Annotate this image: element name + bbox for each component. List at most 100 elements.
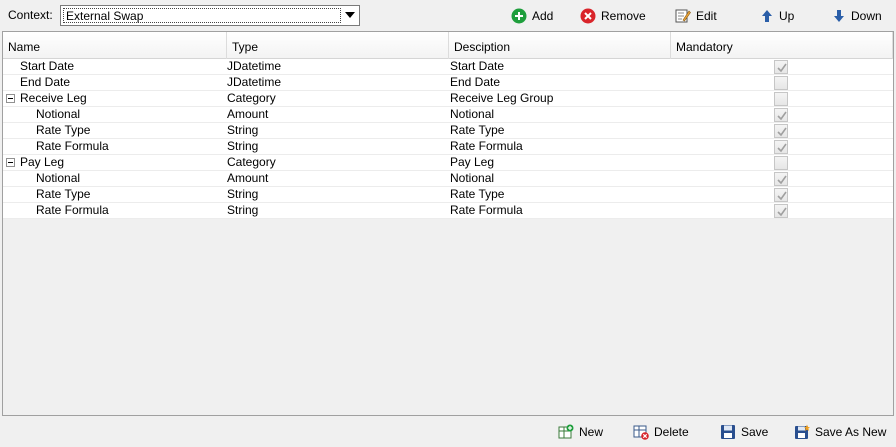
cell-type: Category: [227, 155, 276, 169]
cell-name: Start Date: [20, 59, 75, 73]
edit-button[interactable]: Edit: [675, 6, 717, 26]
cell-description: Rate Formula: [450, 139, 523, 153]
mandatory-checkbox[interactable]: [774, 92, 788, 106]
down-button[interactable]: Down: [832, 6, 882, 26]
table-row-group[interactable]: Pay Leg Category Pay Leg: [3, 155, 893, 171]
delete-item-icon: [633, 425, 649, 440]
cell-type: String: [227, 187, 259, 201]
check-icon: [777, 175, 787, 185]
top-toolbar: Context: External Swap Add Remove Edit U…: [0, 0, 896, 30]
save-button-label: Save: [741, 425, 769, 439]
table-row[interactable]: Rate Formula String Rate Formula: [3, 203, 893, 219]
chevron-down-icon[interactable]: [345, 12, 355, 18]
cell-mandatory: [673, 203, 893, 219]
cell-mandatory: [673, 187, 893, 203]
cell-type: JDatetime: [227, 75, 282, 89]
mandatory-checkbox[interactable]: [774, 60, 788, 74]
cell-name: Rate Type: [36, 123, 91, 137]
mandatory-checkbox[interactable]: [774, 124, 788, 138]
delete-button[interactable]: Delete: [633, 423, 689, 441]
cell-description: Notional: [450, 107, 495, 121]
cell-description: End Date: [450, 75, 501, 89]
add-button-label: Add: [532, 9, 554, 23]
cell-description: Rate Formula: [450, 203, 523, 217]
check-icon: [777, 127, 787, 137]
save-button[interactable]: Save: [720, 423, 768, 441]
floppy-disk-icon: [721, 425, 735, 439]
context-select[interactable]: External Swap: [60, 5, 360, 26]
check-icon: [777, 63, 787, 73]
grid-header: Name Type Desciption Mandatory: [3, 32, 893, 59]
cell-type: String: [227, 123, 259, 137]
save-as-new-button-label: Save As New: [815, 425, 887, 439]
cell-description: Receive Leg Group: [450, 91, 554, 105]
cell-name: Receive Leg: [20, 91, 87, 105]
table-row[interactable]: End Date JDatetime End Date: [3, 75, 893, 91]
check-icon: [777, 111, 787, 121]
column-header-mandatory[interactable]: Mandatory: [671, 32, 893, 59]
cell-mandatory: [673, 123, 893, 139]
arrow-up-icon: [762, 10, 772, 22]
cell-type: Category: [227, 91, 276, 105]
cell-name: Notional: [36, 107, 81, 121]
table-row[interactable]: Rate Type String Rate Type: [3, 123, 893, 139]
arrow-down-icon: [834, 10, 844, 22]
table-row-group[interactable]: Receive Leg Category Receive Leg Group: [3, 91, 893, 107]
cell-type: String: [227, 139, 259, 153]
table-row[interactable]: Notional Amount Notional: [3, 171, 893, 187]
check-icon: [777, 143, 787, 153]
column-header-name[interactable]: Name: [3, 32, 227, 59]
mandatory-checkbox[interactable]: [774, 188, 788, 202]
up-button[interactable]: Up: [760, 6, 794, 26]
cell-mandatory: [673, 171, 893, 187]
cell-name: Rate Type: [36, 187, 91, 201]
table-row[interactable]: Rate Type String Rate Type: [3, 187, 893, 203]
cell-mandatory: [673, 139, 893, 155]
column-header-description[interactable]: Desciption: [449, 32, 671, 59]
plus-circle-icon: [511, 8, 527, 24]
new-item-icon: [558, 424, 574, 439]
mandatory-checkbox[interactable]: [774, 204, 788, 218]
cell-type: Amount: [227, 171, 269, 185]
check-icon: [777, 191, 787, 201]
cell-name: Rate Formula: [36, 203, 109, 217]
table-row[interactable]: Start Date JDatetime Start Date: [3, 59, 893, 75]
mandatory-checkbox[interactable]: [774, 76, 788, 90]
delete-button-label: Delete: [654, 425, 689, 439]
cell-mandatory: [673, 91, 893, 107]
cell-name: End Date: [20, 75, 71, 89]
remove-button-label: Remove: [601, 9, 646, 23]
cell-mandatory: [673, 75, 893, 91]
cell-mandatory: [673, 155, 893, 171]
context-select-value: External Swap: [63, 8, 341, 23]
cell-type: String: [227, 203, 259, 217]
table-row[interactable]: Notional Amount Notional: [3, 107, 893, 123]
new-button-label: New: [579, 425, 604, 439]
column-header-type[interactable]: Type: [227, 32, 449, 59]
cell-description: Start Date: [450, 59, 505, 73]
save-as-new-icon: [795, 424, 810, 439]
properties-grid: Name Type Desciption Mandatory Start Dat…: [2, 31, 894, 416]
mandatory-checkbox[interactable]: [774, 140, 788, 154]
cell-name: Notional: [36, 171, 81, 185]
cell-description: Notional: [450, 171, 495, 185]
add-button[interactable]: Add: [511, 6, 553, 26]
remove-circle-icon: [580, 8, 596, 24]
cell-description: Pay Leg: [450, 155, 495, 169]
edit-pencil-icon: [675, 9, 691, 23]
mandatory-checkbox[interactable]: [774, 156, 788, 170]
table-row[interactable]: Rate Formula String Rate Formula: [3, 139, 893, 155]
cell-description: Rate Type: [450, 187, 505, 201]
edit-button-label: Edit: [696, 9, 717, 23]
up-button-label: Up: [779, 9, 795, 23]
save-as-new-button[interactable]: Save As New: [794, 423, 886, 441]
cell-mandatory: [673, 107, 893, 123]
cell-description: Rate Type: [450, 123, 505, 137]
cell-type: Amount: [227, 107, 269, 121]
new-button[interactable]: New: [558, 423, 603, 441]
mandatory-checkbox[interactable]: [774, 172, 788, 186]
remove-button[interactable]: Remove: [580, 6, 646, 26]
grid-rows: Start Date JDatetime Start Date End Date…: [3, 59, 893, 219]
mandatory-checkbox[interactable]: [774, 108, 788, 122]
cell-type: JDatetime: [227, 59, 282, 73]
